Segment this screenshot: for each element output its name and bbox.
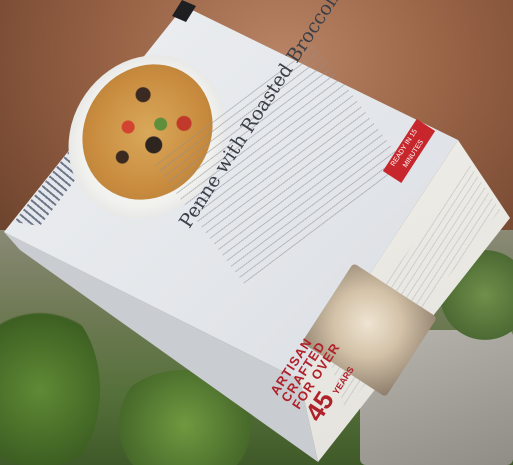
photo-scene: Penne with Roasted Broccoli & Tomatoes R… (0, 0, 513, 465)
